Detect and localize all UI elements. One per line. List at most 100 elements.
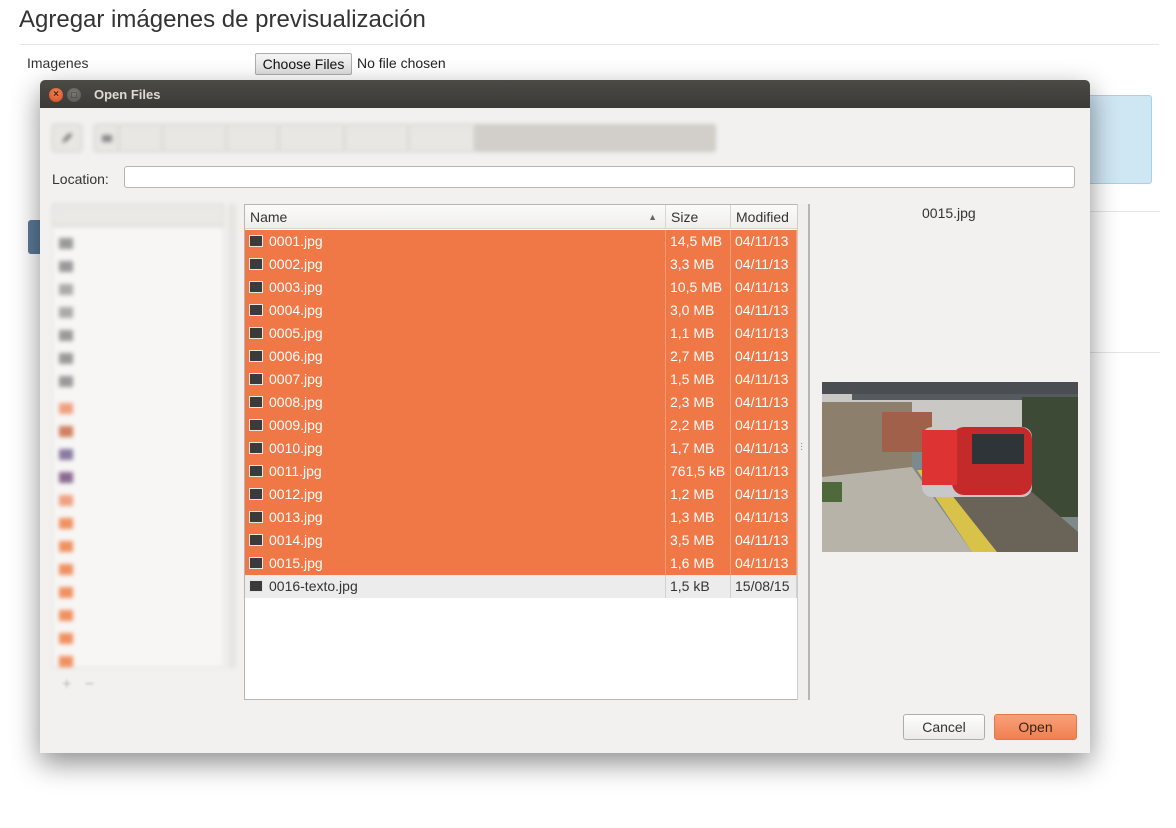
file-name: 0006.jpg [269,348,323,364]
file-name-cell: 0004.jpg [245,299,666,322]
file-name-cell: 0006.jpg [245,345,666,368]
column-header-name[interactable]: Name ▲ [245,205,666,229]
file-row[interactable]: 0010.jpg 1,7 MB 04/11/13 [245,437,797,460]
file-modified: 04/11/13 [731,506,797,529]
places-scrollbar[interactable] [228,204,236,668]
places-list [52,226,224,668]
file-modified: 04/11/13 [731,276,797,299]
image-file-icon [249,235,263,247]
file-row[interactable]: 0007.jpg 1,5 MB 04/11/13 [245,368,797,391]
file-row[interactable]: 0012.jpg 1,2 MB 04/11/13 [245,483,797,506]
image-file-icon [249,373,263,385]
places-item[interactable] [59,538,219,554]
file-row[interactable]: 0002.jpg 3,3 MB 04/11/13 [245,253,797,276]
image-file-icon [249,396,263,408]
no-file-chosen-text: No file chosen [357,55,446,71]
file-list-scrollbar[interactable] [797,204,809,700]
open-button[interactable]: Open [994,714,1077,740]
file-row[interactable]: 0014.jpg 3,5 MB 04/11/13 [245,529,797,552]
file-modified: 04/11/13 [731,345,797,368]
pane-resize-handle[interactable]: · · · [800,439,803,455]
file-row[interactable]: 0011.jpg 761,5 kB 04/11/13 [245,460,797,483]
places-item[interactable] [59,423,219,439]
places-item[interactable] [59,607,219,623]
file-name-cell: 0001.jpg [245,230,666,253]
path-crumb[interactable] [118,124,164,152]
file-row[interactable]: 0006.jpg 2,7 MB 04/11/13 [245,345,797,368]
location-input[interactable] [124,166,1075,188]
file-modified: 04/11/13 [731,368,797,391]
edit-location-button[interactable] [52,124,82,152]
path-crumb[interactable] [344,124,410,152]
file-row[interactable]: 0008.jpg 2,3 MB 04/11/13 [245,391,797,414]
file-name: 0003.jpg [269,279,323,295]
folder-icon [59,540,73,552]
cancel-button[interactable]: Cancel [903,714,985,740]
remove-place-icon[interactable]: − [85,676,94,693]
file-row[interactable]: 0003.jpg 10,5 MB 04/11/13 [245,276,797,299]
choose-files-button[interactable]: Choose Files [255,53,352,75]
file-row[interactable]: 0016-texto.jpg 1,5 kB 15/08/15 [245,575,797,598]
places-item[interactable] [59,281,219,297]
places-item[interactable] [59,446,219,462]
places-item[interactable] [59,258,219,274]
file-row[interactable]: 0013.jpg 1,3 MB 04/11/13 [245,506,797,529]
file-name-cell: 0009.jpg [245,414,666,437]
file-row[interactable]: 0015.jpg 1,6 MB 04/11/13 [245,552,797,575]
close-icon[interactable]: × [49,88,63,102]
places-item[interactable] [59,235,219,251]
places-item[interactable] [59,373,219,389]
column-header-size[interactable]: Size [666,205,731,229]
image-file-icon [249,580,263,592]
file-size: 1,3 MB [666,506,731,529]
folder-icon [59,517,73,529]
path-crumb-current[interactable] [474,124,716,152]
places-item[interactable] [59,304,219,320]
places-item[interactable] [59,469,219,485]
file-name: 0005.jpg [269,325,323,341]
places-add-remove: + − [62,676,94,694]
sort-ascending-icon: ▲ [648,212,657,222]
file-size: 14,5 MB [666,230,731,253]
file-name-cell: 0003.jpg [245,276,666,299]
path-root-button[interactable] [94,124,120,152]
path-crumb[interactable] [278,124,346,152]
file-row[interactable]: 0004.jpg 3,0 MB 04/11/13 [245,299,797,322]
image-file-icon [249,327,263,339]
image-file-icon [249,511,263,523]
places-item[interactable] [59,327,219,343]
path-crumb[interactable] [162,124,228,152]
path-crumb[interactable] [408,124,476,152]
file-row[interactable]: 0001.jpg 14,5 MB 04/11/13 [245,230,797,253]
file-name: 0013.jpg [269,509,323,525]
folder-icon [59,494,73,506]
file-name-cell: 0005.jpg [245,322,666,345]
file-name: 0008.jpg [269,394,323,410]
image-file-icon [249,465,263,477]
places-header[interactable] [52,204,224,226]
file-row[interactable]: 0005.jpg 1,1 MB 04/11/13 [245,322,797,345]
places-item[interactable] [59,561,219,577]
file-size: 1,7 MB [666,437,731,460]
places-item[interactable] [59,492,219,508]
folder-icon [59,402,73,414]
dialog-titlebar[interactable]: × □ Open Files [40,80,1090,108]
places-item[interactable] [59,630,219,646]
places-item[interactable] [59,653,219,669]
column-header-label: Name [250,209,288,225]
places-item[interactable] [59,350,219,366]
places-item[interactable] [59,400,219,416]
file-size: 761,5 kB [666,460,731,483]
file-row[interactable]: 0009.jpg 2,2 MB 04/11/13 [245,414,797,437]
maximize-icon[interactable]: □ [67,88,81,102]
path-crumb[interactable] [226,124,280,152]
places-item[interactable] [59,584,219,600]
file-list[interactable]: Name ▲ Size Modified 0001.jpg 14,5 MB 04/1… [244,204,810,700]
add-place-icon[interactable]: + [62,676,71,693]
file-size: 3,3 MB [666,253,731,276]
file-modified: 04/11/13 [731,483,797,506]
places-item[interactable] [59,515,219,531]
image-file-icon [249,488,263,500]
preview-filename: 0015.jpg [922,205,976,221]
folder-icon [59,471,73,483]
